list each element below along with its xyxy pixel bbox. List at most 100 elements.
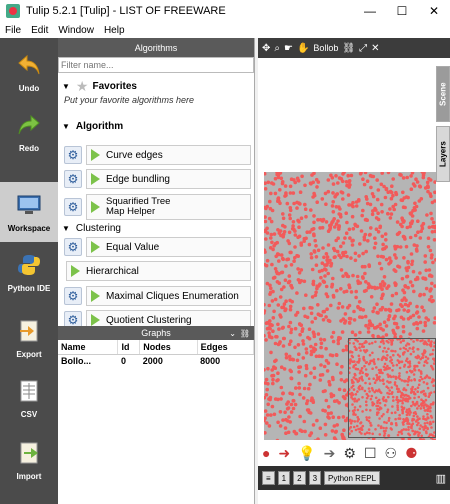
close-button[interactable]: ✕ [418, 0, 450, 22]
column-header-edges[interactable]: Edges [197, 340, 255, 355]
close-view-icon[interactable]: ✕ [371, 43, 379, 54]
layout-icon[interactable]: ▥ [436, 472, 446, 485]
algorithm-item-curve-edges[interactable]: ⚙ Curve edges [64, 145, 251, 165]
graph-node [330, 429, 335, 433]
run-algorithm-button[interactable]: Curve edges [86, 145, 251, 165]
graph-node [352, 376, 356, 379]
run-algorithm-button[interactable]: Quotient Clustering [86, 310, 251, 326]
export-button[interactable]: Export [0, 308, 58, 368]
workspace-3-button[interactable]: 3 [308, 471, 322, 485]
graph-name-cell[interactable]: Bollo... [58, 354, 118, 368]
graph-node [372, 246, 377, 250]
graph-node [349, 425, 353, 429]
filter-chip[interactable]: ≡ [262, 471, 275, 485]
graph-node [297, 352, 301, 356]
select-icon[interactable]: ☛ [284, 43, 293, 54]
algorithm-item-equal-value[interactable]: ⚙ Equal Value [64, 237, 251, 257]
light-bulb-icon[interactable]: 💡 [298, 445, 315, 462]
graph-node [382, 396, 385, 399]
graph-node [281, 212, 285, 216]
run-algorithm-button[interactable]: Maximal Cliques Enumeration [86, 286, 251, 306]
algorithm-filter-input[interactable] [58, 57, 254, 73]
graph-node [329, 392, 333, 396]
graph-node [427, 298, 432, 302]
graph-node [365, 179, 370, 183]
graph-node [387, 416, 391, 420]
link-icon[interactable]: ⛓ [342, 43, 355, 54]
graph-node [412, 414, 416, 418]
csv-button[interactable]: CSV [0, 368, 58, 428]
algorithm-item-maximal-cliques[interactable]: ⚙ Maximal Cliques Enumeration [64, 286, 251, 306]
algorithm-item-quotient-clustering[interactable]: ⚙ Quotient Clustering [64, 310, 251, 326]
algorithm-section[interactable]: ▼ Algorithm [58, 117, 254, 135]
minimize-button[interactable]: — [354, 0, 386, 22]
python-repl-button[interactable]: Python REPL [324, 471, 381, 485]
graph-node [408, 280, 413, 284]
run-algorithm-button[interactable]: Squarified Tree Map Helper [86, 194, 251, 220]
graph-node [324, 346, 328, 351]
run-algorithm-button[interactable]: Equal Value [86, 237, 251, 257]
python-ide-button[interactable]: Python IDE [0, 242, 58, 302]
workspace-2-button[interactable]: 2 [293, 471, 306, 485]
graph-node [320, 373, 325, 377]
favorites-section[interactable]: ▼ ★ Favorites [58, 77, 254, 95]
graph-node [421, 339, 424, 342]
menu-window[interactable]: Window [53, 25, 99, 36]
square-icon[interactable]: ☐ [364, 445, 377, 462]
color-palette-icon[interactable]: ● [262, 445, 270, 461]
pan-icon[interactable]: ✋ [297, 43, 309, 54]
gear-icon[interactable]: ⚙ [64, 198, 82, 216]
link-icon[interactable]: ⛓ [240, 329, 250, 338]
column-header-name[interactable]: Name [58, 340, 119, 355]
table-row[interactable]: Bollo... 0 2000 8000 [58, 354, 254, 368]
gear-icon[interactable]: ⚙ [64, 170, 82, 188]
algorithm-item-squarified-tree-map-helper[interactable]: ⚙ Squarified Tree Map Helper [64, 194, 251, 220]
redo-button[interactable]: Redo [0, 102, 58, 162]
algorithm-item-hierarchical[interactable]: Hierarchical [66, 261, 251, 281]
collapse-chevron-icon[interactable]: ⌄ [229, 329, 236, 338]
graph-node [419, 391, 423, 394]
minimap-canvas[interactable] [347, 337, 437, 439]
nodes-icon[interactable]: ⚇ [385, 445, 398, 462]
tab-layers[interactable]: Layers [436, 126, 450, 182]
gear-icon[interactable]: ⚙ [64, 311, 82, 326]
zoom-fit-icon[interactable]: ⤢ [359, 43, 367, 54]
graph-node [278, 295, 283, 299]
graph-node [370, 285, 374, 290]
graph-node [285, 201, 290, 206]
gear-icon[interactable]: ⚙ [64, 238, 82, 256]
menu-help[interactable]: Help [99, 25, 130, 36]
graph-node [422, 428, 426, 431]
render-icon[interactable]: ⚙ [343, 445, 356, 462]
algorithm-item-edge-bundling[interactable]: ⚙ Edge bundling [64, 169, 251, 189]
graph-node [387, 256, 392, 260]
column-header-id[interactable]: Id [117, 340, 141, 355]
gear-icon[interactable]: ⚙ [64, 287, 82, 305]
workspace-button[interactable]: Workspace [0, 182, 58, 242]
network-icon[interactable]: ⚈ [405, 445, 418, 462]
clustering-section[interactable]: ▼ Clustering [58, 219, 121, 237]
menu-edit[interactable]: Edit [26, 25, 53, 36]
graph-node [386, 408, 390, 411]
forward-icon[interactable]: ➔ [324, 445, 336, 462]
graph-node [298, 392, 302, 397]
tulip-app-icon [6, 4, 20, 18]
menu-file[interactable]: File [0, 25, 26, 36]
gear-icon[interactable]: ⚙ [64, 146, 82, 164]
graph-node [398, 417, 402, 420]
run-algorithm-button[interactable]: Hierarchical [66, 261, 251, 281]
undo-button[interactable]: Undo [0, 42, 58, 102]
graph-node [402, 308, 406, 312]
workspace-1-button[interactable]: 1 [277, 471, 291, 485]
maximize-button[interactable]: ☐ [386, 0, 418, 22]
drag-handle-icon[interactable]: ✥ [262, 43, 270, 54]
column-header-nodes[interactable]: Nodes [139, 340, 198, 355]
import-label: Import [16, 471, 42, 481]
run-algorithm-button[interactable]: Edge bundling [86, 169, 251, 189]
overview-minimap[interactable] [347, 337, 437, 439]
zoom-icon[interactable]: ⌕ [274, 43, 280, 54]
import-button[interactable]: Import [0, 430, 58, 490]
graph-node [340, 330, 345, 334]
tab-scene[interactable]: Scene [436, 66, 450, 122]
arrow-right-icon[interactable]: ➜ [278, 445, 290, 462]
